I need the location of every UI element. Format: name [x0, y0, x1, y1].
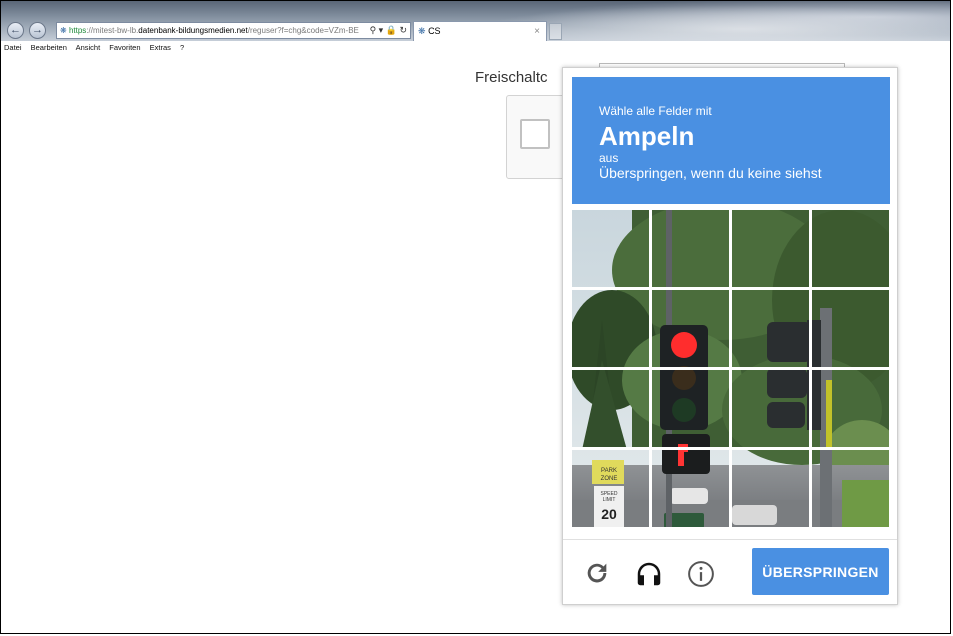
grid-tile[interactable]: [572, 288, 651, 369]
menu-item-help[interactable]: ?: [180, 43, 184, 52]
grid-tile[interactable]: [730, 448, 811, 528]
close-tab-icon[interactable]: ×: [534, 22, 540, 41]
reload-icon[interactable]: [581, 559, 613, 591]
image-grid: PARK ZONE SPEED LIMIT 20: [572, 210, 890, 528]
tab-favicon-icon: ❋: [418, 26, 426, 36]
grid-tile[interactable]: [650, 368, 731, 449]
challenge-header: Wähle alle Felder mit Ampeln aus Überspr…: [572, 77, 890, 204]
grid-tile[interactable]: [730, 368, 811, 449]
grid-tile[interactable]: [810, 288, 890, 369]
info-icon[interactable]: [685, 559, 717, 591]
grid-tile[interactable]: [730, 288, 811, 369]
grid-tile[interactable]: [572, 448, 651, 528]
challenge-target: Ampeln: [599, 121, 695, 151]
address-bar[interactable]: ❋ https://mitest-bw-lb.datenbank-bildung…: [56, 22, 411, 39]
headphones-icon[interactable]: [633, 559, 665, 591]
url-host: datenbank-bildungsmedien.net: [138, 26, 248, 35]
url-prefix: ://mitest-bw-lb.: [86, 26, 139, 35]
activation-code-label: Freischaltc: [475, 69, 548, 86]
captcha-challenge-dialog: Wähle alle Felder mit Ampeln aus Überspr…: [562, 67, 898, 605]
search-icon[interactable]: ⚲: [370, 25, 377, 35]
grid-tile[interactable]: [572, 210, 651, 289]
grid-tile[interactable]: [730, 210, 811, 289]
grid-tile[interactable]: [650, 448, 731, 528]
address-bar-icons[interactable]: ⚲ ▾ 🔒 ↻: [370, 23, 407, 38]
lock-icon[interactable]: 🔒: [386, 25, 397, 35]
recaptcha-checkbox[interactable]: [520, 119, 550, 149]
dropdown-icon[interactable]: ▾: [379, 25, 384, 35]
menu-item-ansicht[interactable]: Ansicht: [76, 43, 101, 52]
challenge-from: aus: [599, 151, 619, 165]
grid-tile[interactable]: [810, 368, 890, 449]
grid-tile[interactable]: [810, 210, 890, 289]
browser-window: ← → ❋ https://mitest-bw-lb.datenbank-bil…: [0, 0, 951, 634]
forward-arrow-icon[interactable]: →: [29, 22, 46, 39]
browser-tab[interactable]: ❋ CS ×: [413, 21, 547, 41]
grid-tile[interactable]: [572, 368, 651, 449]
menu-item-favoriten[interactable]: Favoriten: [109, 43, 140, 52]
menu-item-bearbeiten[interactable]: Bearbeiten: [31, 43, 67, 52]
refresh-icon[interactable]: ↻: [399, 25, 407, 35]
new-tab-button[interactable]: [549, 23, 562, 40]
menu-item-extras[interactable]: Extras: [150, 43, 171, 52]
challenge-instruction: Wähle alle Felder mit: [599, 104, 712, 118]
tab-title: CS: [428, 26, 441, 36]
grid-tile[interactable]: [810, 448, 890, 528]
footer-divider: [563, 539, 897, 540]
skip-button[interactable]: ÜBERSPRINGEN: [752, 548, 889, 595]
site-icon: ❋: [60, 26, 67, 35]
menu-item-datei[interactable]: Datei: [4, 43, 22, 52]
back-arrow-icon[interactable]: ←: [7, 22, 24, 39]
grid-tile[interactable]: [650, 210, 731, 289]
url-scheme: https: [68, 26, 87, 35]
url-path: /reguser?f=chg&code=VZm-BE: [247, 26, 359, 35]
menu-bar: Datei Bearbeiten Ansicht Favoriten Extra…: [1, 41, 950, 55]
browser-titlebar: ← → ❋ https://mitest-bw-lb.datenbank-bil…: [1, 1, 950, 41]
challenge-hint: Überspringen, wenn du keine siehst: [599, 165, 822, 181]
grid-tile[interactable]: [650, 288, 731, 369]
